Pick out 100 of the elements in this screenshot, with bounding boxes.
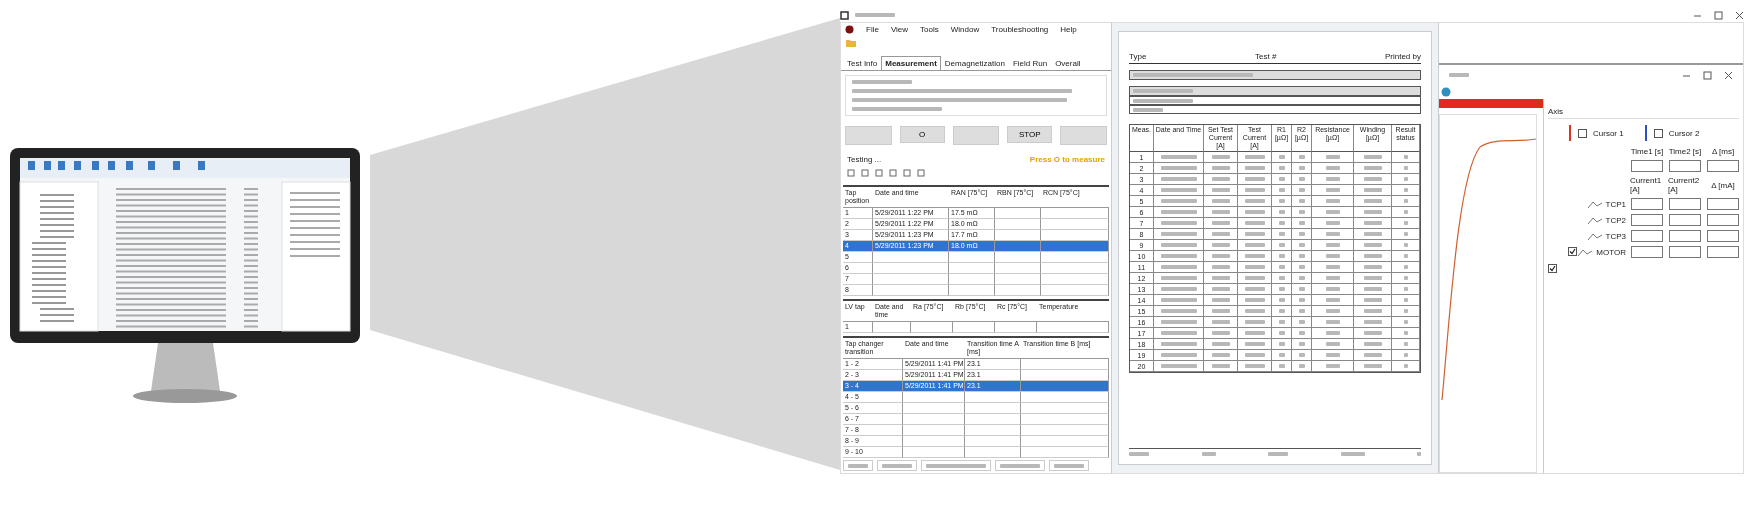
column-header: Time2 [s] xyxy=(1668,147,1702,156)
table-cell[interactable] xyxy=(903,392,965,403)
table-cell[interactable] xyxy=(873,252,949,263)
table-cell[interactable] xyxy=(1021,425,1109,436)
table-cell[interactable] xyxy=(1041,219,1109,230)
table-cell[interactable] xyxy=(873,274,949,285)
table-cell[interactable] xyxy=(903,425,965,436)
tab[interactable]: Test Info xyxy=(843,55,882,70)
input-field[interactable] xyxy=(1707,214,1739,226)
action-button[interactable]: O xyxy=(899,125,945,143)
table-cell[interactable] xyxy=(995,241,1041,252)
table-cell[interactable] xyxy=(1041,252,1109,263)
table-cell[interactable] xyxy=(873,263,949,274)
input-field[interactable] xyxy=(1707,230,1739,242)
blank-button[interactable] xyxy=(952,125,1000,145)
table-cell[interactable] xyxy=(1041,241,1109,252)
table-cell[interactable] xyxy=(1021,392,1109,403)
blank-button[interactable] xyxy=(1060,125,1107,145)
blank-button[interactable] xyxy=(845,125,892,145)
table-cell[interactable] xyxy=(949,263,995,274)
table-cell[interactable] xyxy=(1037,322,1109,333)
input-field[interactable] xyxy=(1631,214,1663,226)
tab[interactable]: Measurement xyxy=(881,55,941,70)
table-cell[interactable] xyxy=(1021,447,1109,458)
info-icon[interactable] xyxy=(1441,87,1451,97)
maximize-icon[interactable] xyxy=(1703,70,1712,80)
table-cell[interactable] xyxy=(995,263,1041,274)
table-cell[interactable] xyxy=(1021,403,1109,414)
table-cell[interactable] xyxy=(965,425,1021,436)
maximize-icon[interactable] xyxy=(1714,10,1723,20)
input-field[interactable] xyxy=(1707,246,1739,258)
input-field[interactable] xyxy=(1669,246,1701,258)
menu-item[interactable]: Tools xyxy=(920,25,939,35)
tab[interactable]: Field Run xyxy=(1008,55,1052,70)
table-cell[interactable] xyxy=(1041,285,1109,296)
checkbox[interactable] xyxy=(1548,264,1557,273)
table-cell[interactable] xyxy=(965,436,1021,447)
table-cell[interactable] xyxy=(995,208,1041,219)
checkbox-label: Cursor 2 xyxy=(1668,128,1700,138)
input-field[interactable] xyxy=(1669,198,1701,210)
input-field[interactable] xyxy=(1631,230,1663,242)
table-cell[interactable] xyxy=(911,322,953,333)
table-cell[interactable] xyxy=(965,403,1021,414)
checkbox[interactable] xyxy=(1578,128,1587,138)
table-cell[interactable] xyxy=(873,285,949,296)
column-header: Δ [mA] xyxy=(1711,180,1735,190)
input-field[interactable] xyxy=(1707,198,1739,210)
table-cell[interactable] xyxy=(995,285,1041,296)
menu-item[interactable]: Troubleshooting xyxy=(991,25,1049,35)
close-icon[interactable] xyxy=(1724,70,1733,80)
table-cell[interactable] xyxy=(995,252,1041,263)
table-cell[interactable] xyxy=(965,447,1021,458)
table-cell[interactable] xyxy=(903,447,965,458)
group-title: Axis xyxy=(1548,107,1739,119)
input-field[interactable] xyxy=(1631,160,1663,172)
close-icon[interactable] xyxy=(1735,10,1744,20)
table-cell[interactable] xyxy=(1041,263,1109,274)
menu-item[interactable]: File xyxy=(866,25,879,35)
input-field[interactable] xyxy=(1669,160,1701,172)
action-button[interactable]: STOP xyxy=(1007,125,1053,143)
input-field[interactable] xyxy=(1631,198,1663,210)
table-cell[interactable] xyxy=(1021,381,1109,392)
app-icon[interactable] xyxy=(845,25,854,35)
table-cell[interactable] xyxy=(995,322,1037,333)
table-cell[interactable] xyxy=(1021,359,1109,370)
input-field[interactable] xyxy=(1669,214,1701,226)
table-cell[interactable] xyxy=(995,219,1041,230)
input-field[interactable] xyxy=(1707,160,1739,172)
table-cell[interactable] xyxy=(1021,414,1109,425)
table-cell[interactable] xyxy=(949,285,995,296)
table-cell[interactable] xyxy=(949,274,995,285)
table-cell[interactable] xyxy=(903,436,965,447)
table-cell[interactable] xyxy=(903,414,965,425)
menu-item[interactable]: Help xyxy=(1060,25,1077,35)
table-cell[interactable] xyxy=(903,403,965,414)
table-cell[interactable] xyxy=(995,274,1041,285)
channel-label: TCP3 xyxy=(1605,231,1626,241)
table-cell[interactable] xyxy=(1041,208,1109,219)
channel-label: TCP2 xyxy=(1605,215,1626,225)
checkbox-label: Cursor 1 xyxy=(1593,128,1624,138)
page-header-text: Type xyxy=(1129,52,1147,61)
page-header-text: Test # xyxy=(1255,52,1277,61)
table-cell[interactable] xyxy=(1021,436,1109,447)
channel-label: TCP1 xyxy=(1605,199,1626,209)
input-field[interactable] xyxy=(1669,230,1701,242)
checkbox[interactable] xyxy=(1653,128,1663,138)
wave-icon xyxy=(1577,247,1594,257)
input-field[interactable] xyxy=(1631,246,1663,258)
checkbox[interactable] xyxy=(1567,247,1577,256)
menu-item[interactable]: View xyxy=(890,25,909,35)
table-cell[interactable] xyxy=(953,322,995,333)
menu-item[interactable]: Window xyxy=(950,25,980,35)
column-header: Current1 [A] xyxy=(1630,176,1663,194)
tab[interactable]: Demagnetization xyxy=(940,55,1009,70)
table-cell[interactable] xyxy=(1041,274,1109,285)
table-cell[interactable] xyxy=(965,392,1021,403)
table-cell[interactable] xyxy=(949,252,995,263)
table-cell[interactable] xyxy=(965,414,1021,425)
table-cell[interactable] xyxy=(873,322,911,333)
tab[interactable]: Overall xyxy=(1051,55,1085,70)
